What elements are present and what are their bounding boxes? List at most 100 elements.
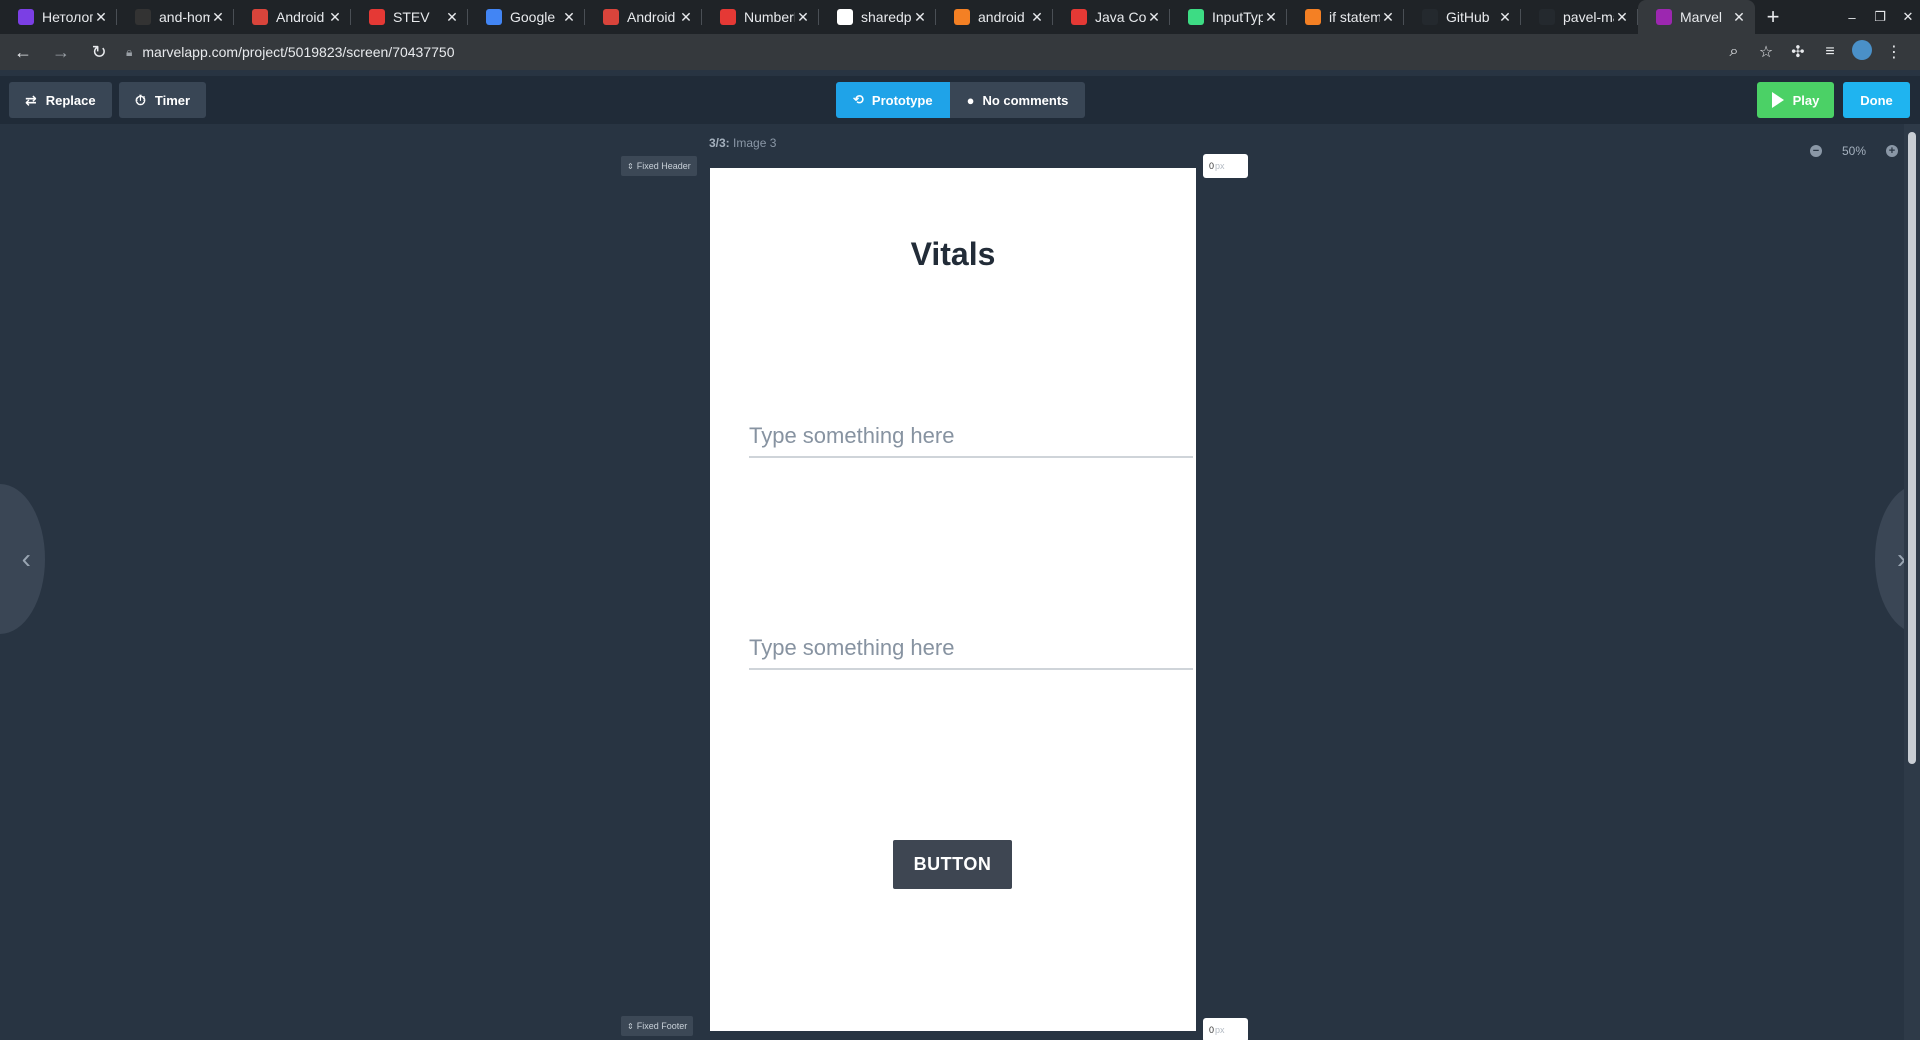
browser-tab[interactable]: android ✕ bbox=[936, 0, 1053, 34]
tab-favicon-icon bbox=[1656, 9, 1672, 25]
bookmark-star-icon[interactable]: ☆ bbox=[1750, 42, 1782, 62]
tab-close-icon[interactable]: ✕ bbox=[678, 9, 694, 26]
tab-favicon-icon bbox=[369, 9, 385, 25]
footer-px-value: 0 bbox=[1209, 1025, 1215, 1035]
browser-menu-icon[interactable]: ⋮ bbox=[1878, 42, 1910, 62]
reload-icon[interactable]: ↻ bbox=[84, 42, 114, 63]
tab-close-icon[interactable]: ✕ bbox=[912, 9, 928, 26]
tab-favicon-icon bbox=[720, 9, 736, 25]
tab-close-icon[interactable]: ✕ bbox=[93, 9, 109, 26]
timer-label: Timer bbox=[154, 92, 191, 108]
scrollbar-thumb[interactable] bbox=[1908, 132, 1916, 764]
browser-tab[interactable]: sharedpr ✕ bbox=[819, 0, 936, 34]
tab-close-icon[interactable]: ✕ bbox=[1731, 9, 1747, 26]
minimize-icon[interactable]: – bbox=[1840, 10, 1864, 25]
tab-title: Нетолог bbox=[42, 9, 93, 25]
fixed-footer-label: Fixed Footer bbox=[636, 1021, 688, 1031]
header-px-input[interactable]: 0 px bbox=[1203, 154, 1248, 178]
tab-favicon-icon bbox=[18, 9, 34, 25]
tab-title: Android bbox=[627, 9, 676, 25]
tab-close-icon[interactable]: ✕ bbox=[1497, 9, 1513, 26]
tab-favicon-icon bbox=[135, 9, 151, 25]
media-queue-icon[interactable]: ≡ bbox=[1814, 43, 1846, 61]
screen-preview: Vitals BUTTON bbox=[710, 168, 1196, 1031]
tab-favicon-icon bbox=[486, 9, 502, 25]
tab-close-icon[interactable]: ✕ bbox=[1146, 9, 1162, 26]
replace-button[interactable]: ⇄ Replace bbox=[9, 82, 112, 118]
tab-title: sharedpr bbox=[861, 9, 912, 25]
browser-tab[interactable]: STEV ✕ bbox=[351, 0, 468, 34]
tab-favicon-icon bbox=[1071, 9, 1087, 25]
replace-label: Replace bbox=[45, 92, 96, 108]
tab-title: STEV bbox=[393, 9, 430, 25]
fixed-header-label: Fixed Header bbox=[636, 161, 691, 171]
tab-favicon-icon bbox=[1305, 9, 1321, 25]
tab-close-icon[interactable]: ✕ bbox=[1263, 9, 1279, 26]
prototype-link-icon: ⟲ bbox=[853, 92, 864, 107]
prototype-tab[interactable]: ⟲ Prototype bbox=[836, 82, 950, 118]
tab-title: Google bbox=[510, 9, 556, 25]
extensions-puzzle-icon[interactable]: ✣ bbox=[1782, 42, 1814, 62]
tab-close-icon[interactable]: ✕ bbox=[561, 9, 577, 26]
browser-tab[interactable]: Google ✕ bbox=[468, 0, 585, 34]
play-label: Play bbox=[1792, 92, 1820, 108]
tab-title: InputTyp bbox=[1212, 9, 1263, 25]
timer-button[interactable]: ⏱︎ Timer bbox=[119, 82, 207, 118]
restore-icon[interactable]: ❐ bbox=[1868, 9, 1892, 25]
play-button[interactable]: Play bbox=[1757, 82, 1834, 118]
back-arrow-icon[interactable]: ← bbox=[8, 42, 38, 63]
comment-bubble-icon: ● bbox=[966, 92, 975, 108]
browser-tab[interactable]: Android ✕ bbox=[234, 0, 351, 34]
text-input-1[interactable] bbox=[749, 418, 1193, 454]
text-field-2[interactable] bbox=[749, 630, 1193, 670]
forward-arrow-icon[interactable]: → bbox=[46, 42, 76, 63]
profile-avatar[interactable] bbox=[1846, 39, 1878, 65]
tab-close-icon[interactable]: ✕ bbox=[1029, 9, 1045, 26]
browser-tab[interactable]: if statem ✕ bbox=[1287, 0, 1404, 34]
marvel-toolbar: ⇄ Replace ⏱︎ Timer ⟲ Prototype ● No comm… bbox=[0, 76, 1920, 124]
prototype-label: Prototype bbox=[871, 92, 933, 108]
browser-tab[interactable]: Нетолог ✕ bbox=[0, 0, 117, 34]
lock-icon: 🔒︎ bbox=[126, 44, 133, 59]
screen-label: 3/3: Image 3 bbox=[709, 136, 776, 150]
tab-title: and-hom bbox=[159, 9, 210, 25]
vertical-scrollbar[interactable] bbox=[1904, 124, 1920, 1040]
fixed-header-handle[interactable]: ⇕ Fixed Header bbox=[621, 156, 697, 176]
url-field[interactable]: 🔒︎ marvelapp.com/project/5019823/screen/… bbox=[126, 38, 1718, 66]
browser-tab[interactable]: GitHub ✕ bbox=[1404, 0, 1521, 34]
tab-close-icon[interactable]: ✕ bbox=[1380, 9, 1396, 26]
zoom-in-icon[interactable]: + bbox=[1886, 145, 1898, 157]
mode-switch: ⟲ Prototype ● No comments bbox=[836, 82, 1086, 118]
header-px-value: 0 bbox=[1209, 161, 1215, 171]
tab-close-icon[interactable]: ✕ bbox=[210, 9, 226, 26]
zoom-out-icon[interactable]: − bbox=[1809, 145, 1822, 157]
text-input-2[interactable] bbox=[749, 630, 1193, 666]
new-tab-button[interactable]: + bbox=[1755, 0, 1791, 34]
tab-close-icon[interactable]: ✕ bbox=[1614, 9, 1630, 26]
browser-tab[interactable]: pavel-ma✕ bbox=[1521, 0, 1638, 34]
tab-close-icon[interactable]: ✕ bbox=[795, 9, 811, 26]
done-button[interactable]: Done bbox=[1843, 82, 1910, 118]
browser-tab[interactable]: and-hom ✕ bbox=[117, 0, 234, 34]
browser-tab[interactable]: InputTyp ✕ bbox=[1170, 0, 1287, 34]
zoom-magnifier-icon[interactable]: ⌕ bbox=[1718, 43, 1750, 61]
submit-button[interactable]: BUTTON bbox=[893, 840, 1012, 889]
browser-tab[interactable]: Java Co ✕ bbox=[1053, 0, 1170, 34]
browser-tab[interactable]: Marvel ✕ bbox=[1638, 0, 1755, 34]
resize-arrows-icon: ⇕ bbox=[627, 161, 634, 171]
tab-close-icon[interactable]: ✕ bbox=[327, 9, 343, 26]
browser-tab[interactable]: Android ✕ bbox=[585, 0, 702, 34]
tab-favicon-icon bbox=[837, 9, 853, 25]
text-field-1[interactable] bbox=[749, 418, 1193, 458]
url-text: marvelapp.com/project/5019823/screen/704… bbox=[142, 44, 455, 60]
tab-favicon-icon bbox=[954, 9, 970, 25]
fixed-footer-handle[interactable]: ⇕ Fixed Footer bbox=[621, 1016, 694, 1036]
close-window-icon[interactable]: ✕ bbox=[1896, 9, 1920, 25]
tab-close-icon[interactable]: ✕ bbox=[444, 9, 460, 26]
canvas-workspace: 3/3: Image 3 ⇕ Fixed Header 0 px ⇕ Fixed … bbox=[0, 124, 1920, 1040]
browser-tab[interactable]: NumberP✕ bbox=[702, 0, 819, 34]
previous-screen-button[interactable]: ‹ bbox=[0, 484, 45, 634]
footer-px-input[interactable]: 0 px bbox=[1203, 1018, 1248, 1040]
comments-tab[interactable]: ● No comments bbox=[949, 82, 1086, 118]
tab-title: android bbox=[978, 9, 1025, 25]
